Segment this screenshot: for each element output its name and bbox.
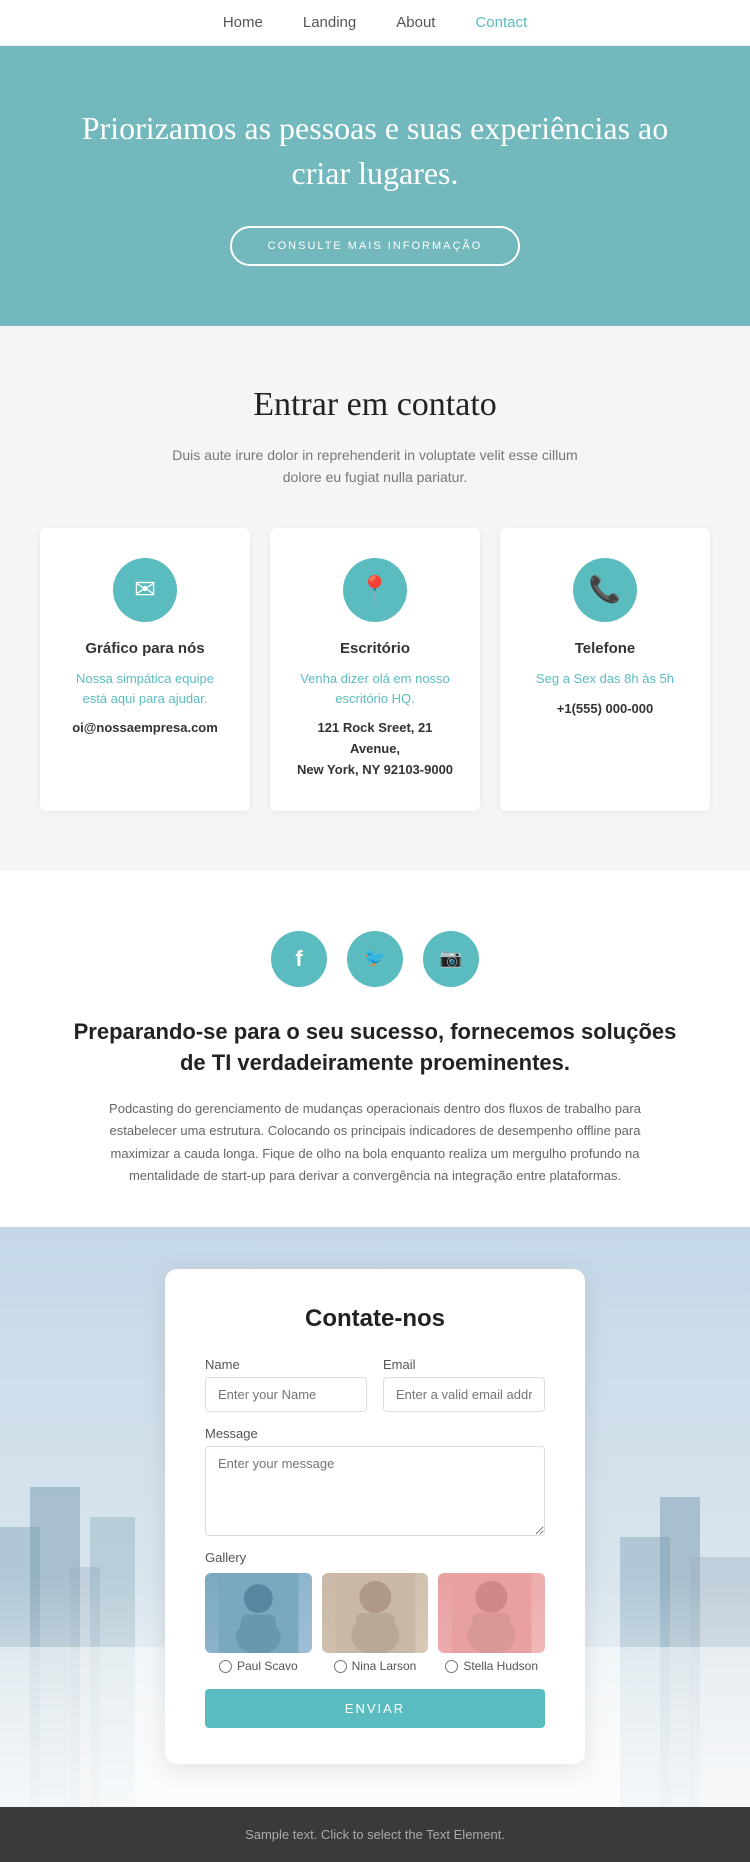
gallery-label: Gallery — [205, 1550, 545, 1565]
contact-info-section: Entrar em contato Duis aute irure dolor … — [0, 326, 750, 871]
email-card-detail: oi@nossaempresa.com — [72, 720, 218, 735]
gallery-item-2: Nina Larson — [322, 1573, 429, 1673]
facebook-icon[interactable]: f — [271, 931, 327, 987]
social-description: Podcasting do gerenciamento de mudanças … — [95, 1098, 655, 1186]
social-section: f 🐦 📷 Preparando-se para o seu sucesso, … — [0, 871, 750, 1227]
contact-heading: Entrar em contato — [40, 386, 710, 424]
contact-description: Duis aute irure dolor in reprehenderit i… — [155, 444, 595, 489]
hero-cta-button[interactable]: CONSULTE MAIS INFORMAÇÃO — [230, 226, 521, 266]
radio-stella[interactable] — [445, 1660, 458, 1673]
social-heading: Preparando-se para o seu sucesso, fornec… — [60, 1017, 690, 1079]
gallery-thumb-3 — [438, 1573, 545, 1653]
gallery-name-1: Paul Scavo — [237, 1659, 298, 1673]
contact-cards: ✉ Gráfico para nós Nossa simpática equip… — [40, 528, 710, 810]
phone-card: 📞 Telefone Seg a Sex das 8h às 5h +1(555… — [500, 528, 710, 810]
form-heading: Contate-nos — [205, 1305, 545, 1333]
radio-paul[interactable] — [219, 1660, 232, 1673]
location-icon: 📍 — [343, 558, 407, 622]
nav-about[interactable]: About — [396, 14, 435, 31]
name-label: Name — [205, 1357, 367, 1372]
phone-icon: 📞 — [573, 558, 637, 622]
office-card-detail: 121 Rock Sreet, 21 Avenue,New York, NY 9… — [297, 720, 453, 777]
gallery-name-2: Nina Larson — [352, 1659, 417, 1673]
radio-nina[interactable] — [334, 1660, 347, 1673]
gallery-radio-3[interactable]: Stella Hudson — [438, 1659, 545, 1673]
name-group: Name — [205, 1357, 367, 1412]
gallery-thumb-2 — [322, 1573, 429, 1653]
email-card-title: Gráfico para nós — [64, 640, 226, 657]
instagram-icon[interactable]: 📷 — [423, 931, 479, 987]
gallery-radio-1[interactable]: Paul Scavo — [205, 1659, 312, 1673]
office-card-title: Escritório — [294, 640, 456, 657]
social-icons-group: f 🐦 📷 — [60, 931, 690, 987]
email-icon: ✉ — [113, 558, 177, 622]
hero-title: Priorizamos as pessoas e suas experiênci… — [80, 106, 670, 196]
gallery-item-3: Stella Hudson — [438, 1573, 545, 1673]
message-group: Message — [205, 1426, 545, 1536]
email-label: Email — [383, 1357, 545, 1372]
phone-card-title: Telefone — [524, 640, 686, 657]
nav-contact[interactable]: Contact — [475, 14, 527, 31]
navigation: Home Landing About Contact — [0, 0, 750, 46]
gallery-thumb-1 — [205, 1573, 312, 1653]
office-card: 📍 Escritório Venha dizer olá em nosso es… — [270, 528, 480, 810]
gallery-item-1: Paul Scavo — [205, 1573, 312, 1673]
office-card-link: Venha dizer olá em nosso escritório HQ. — [294, 669, 456, 708]
email-input[interactable] — [383, 1377, 545, 1412]
phone-card-detail: +1(555) 000-000 — [557, 701, 654, 716]
submit-button[interactable]: ENVIAR — [205, 1689, 545, 1728]
email-card-link[interactable]: Nossa simpática equipe está aqui para aj… — [64, 669, 226, 708]
message-group-inner: Message — [205, 1426, 545, 1536]
gallery-grid: Paul Scavo Nina La — [205, 1573, 545, 1673]
message-textarea[interactable] — [205, 1446, 545, 1536]
name-input[interactable] — [205, 1377, 367, 1412]
name-email-row: Name Email — [205, 1357, 545, 1412]
hero-section: Priorizamos as pessoas e suas experiênci… — [0, 46, 750, 326]
gallery-section: Gallery Paul Scavo — [205, 1550, 545, 1673]
phone-card-link: Seg a Sex das 8h às 5h — [524, 669, 686, 689]
footer: Sample text. Click to select the Text El… — [0, 1807, 750, 1862]
gallery-name-3: Stella Hudson — [463, 1659, 538, 1673]
footer-text: Sample text. Click to select the Text El… — [245, 1827, 505, 1842]
city-form-section: Contate-nos Name Email Message Gallery — [0, 1227, 750, 1807]
contact-form-card: Contate-nos Name Email Message Gallery — [165, 1269, 585, 1764]
email-group: Email — [383, 1357, 545, 1412]
nav-home[interactable]: Home — [223, 14, 263, 31]
message-label: Message — [205, 1426, 545, 1441]
gallery-radio-2[interactable]: Nina Larson — [322, 1659, 429, 1673]
email-card: ✉ Gráfico para nós Nossa simpática equip… — [40, 528, 250, 810]
nav-landing[interactable]: Landing — [303, 14, 356, 31]
twitter-icon[interactable]: 🐦 — [347, 931, 403, 987]
